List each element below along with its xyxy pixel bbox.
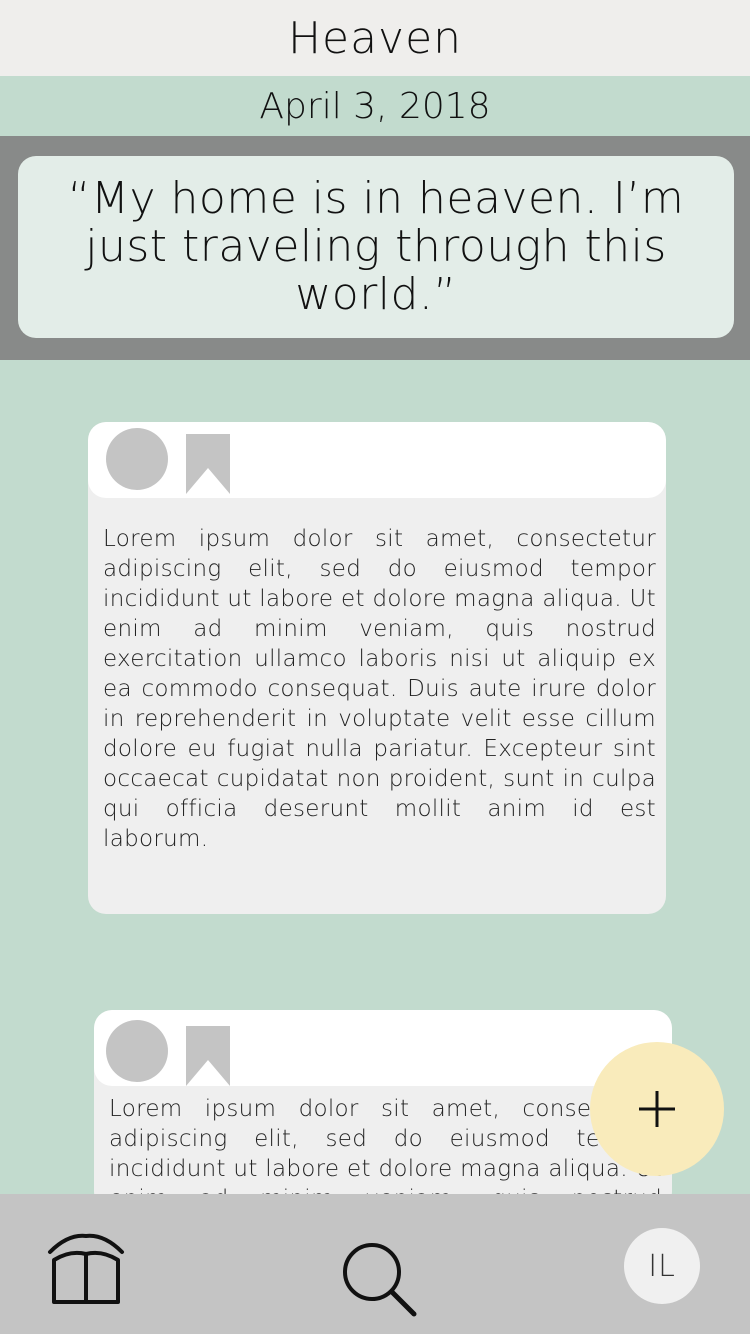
add-post-button[interactable] xyxy=(590,1042,724,1176)
page-title: Heaven xyxy=(287,12,463,64)
search-icon[interactable] xyxy=(340,1240,420,1318)
quote-card: “My home is in heaven. I’m just travelin… xyxy=(18,156,734,338)
profile-initials: IL xyxy=(648,1248,676,1284)
quote-text: “My home is in heaven. I’m just travelin… xyxy=(67,173,685,320)
author-avatar[interactable] xyxy=(106,1020,168,1082)
date-bar: April 3, 2018 xyxy=(0,76,750,136)
post-card[interactable]: Lorem ipsum dolor sit amet, consectetur … xyxy=(88,422,666,914)
post-header xyxy=(94,1010,672,1086)
date-label: April 3, 2018 xyxy=(259,85,491,127)
book-icon[interactable] xyxy=(46,1232,126,1306)
plus-icon xyxy=(639,1091,675,1127)
post-text: Lorem ipsum dolor sit amet, consectetur … xyxy=(103,526,656,852)
app-header: Heaven xyxy=(0,0,750,76)
author-avatar[interactable] xyxy=(106,428,168,490)
post-header xyxy=(88,422,666,498)
bookmark-icon[interactable] xyxy=(186,434,230,494)
post-text: Lorem ipsum dolor sit amet, consectetur … xyxy=(109,1096,662,1210)
bookmark-icon[interactable] xyxy=(186,1026,230,1086)
quote-banner: “My home is in heaven. I’m just travelin… xyxy=(0,136,750,360)
post-card[interactable]: Lorem ipsum dolor sit amet, consectetur … xyxy=(94,1010,672,1210)
profile-avatar[interactable]: IL xyxy=(624,1228,700,1304)
